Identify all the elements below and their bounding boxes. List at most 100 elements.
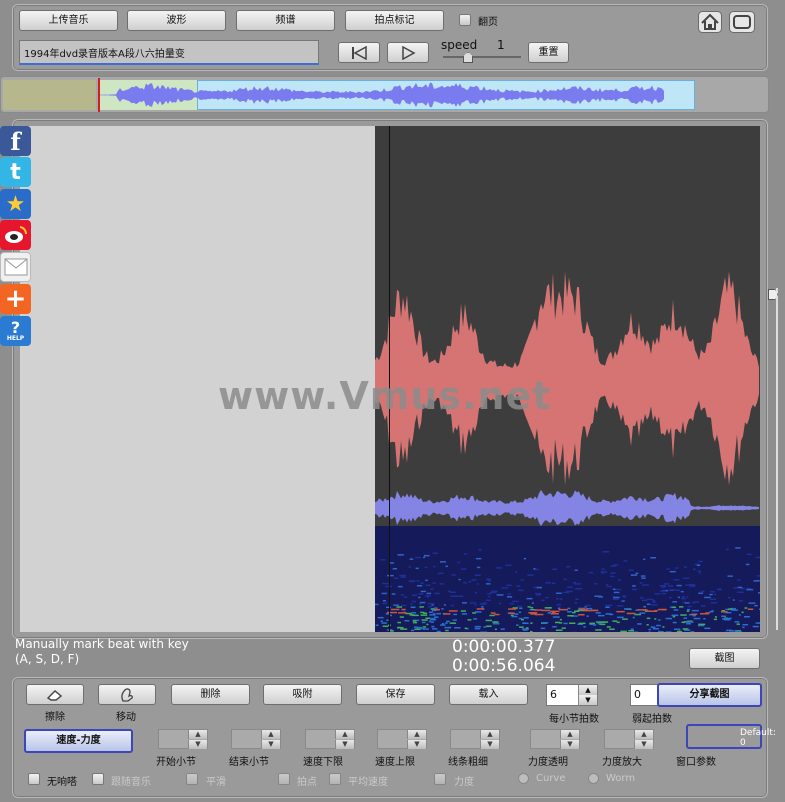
beats-per-bar-value: 6 (550, 688, 557, 701)
param-stepper[interactable]: ▲ ▼ (305, 729, 355, 749)
param-stepper[interactable]: ▲ ▼ (450, 729, 500, 749)
flip-page-label: 翻页 (478, 17, 498, 28)
upload-music-button[interactable]: 上传音乐 (19, 10, 118, 31)
beat-points-checkbox[interactable] (278, 773, 290, 785)
home-icon[interactable] (698, 11, 722, 33)
param-stepper[interactable]: ▲ ▼ (604, 729, 654, 749)
load-button[interactable]: 载入 (449, 684, 528, 705)
up-arrow-icon[interactable]: ▲ (634, 730, 653, 739)
worm-label: Worm (606, 773, 636, 784)
play-button[interactable] (387, 42, 429, 63)
overview-strip[interactable] (0, 76, 769, 113)
avg-tempo-label: 平均速度 (348, 777, 388, 788)
snap-button[interactable]: 吸附 (263, 684, 342, 705)
down-arrow-icon[interactable]: ▼ (188, 740, 207, 749)
dynamics-label: 力度 (454, 777, 474, 788)
param-label: 速度上限 (375, 757, 415, 768)
down-arrow-icon[interactable]: ▼ (560, 740, 579, 749)
hint-line-1: Manually mark beat with key (15, 637, 189, 651)
twitter-icon[interactable]: t (0, 157, 31, 187)
param-label: 窗口参数 (676, 757, 716, 768)
pickup-beats-field[interactable]: 0 (630, 684, 660, 706)
no-metronome-label: 无响嗒 (47, 777, 77, 788)
eraser-icon (46, 690, 63, 701)
facebook-icon[interactable]: f (0, 126, 31, 156)
file-name-field[interactable]: 1994年dvd录音版本A段八六拍量变 (19, 40, 319, 65)
reset-button[interactable]: 重置 (528, 42, 569, 63)
param-label: 力度放大 (602, 757, 642, 768)
follow-music-label: 跟随音乐 (111, 777, 151, 788)
no-metronome-checkbox[interactable] (28, 773, 40, 785)
bar-shift-stepper[interactable]: Default: 0 (686, 724, 776, 749)
beats-per-bar-label: 每小节拍数 (549, 714, 599, 725)
add-share-icon[interactable]: + (0, 284, 31, 314)
up-arrow-icon[interactable]: ▲ (560, 730, 579, 739)
help-icon[interactable]: ? HELP (0, 316, 31, 346)
spectrum-button[interactable]: 频谱 (236, 10, 335, 31)
param-stepper[interactable]: ▲ ▼ (530, 729, 580, 749)
param-label: 速度下限 (303, 757, 343, 768)
beat-points-label: 拍点 (297, 777, 317, 788)
down-arrow-icon[interactable]: ▼ (480, 740, 499, 749)
hint-line-2: (A, S, D, F) (15, 652, 80, 666)
fullscreen-icon[interactable] (729, 11, 755, 33)
watermark: www.Vmus.net (218, 374, 552, 418)
param-stepper[interactable]: ▲ ▼ (231, 729, 281, 749)
follow-music-checkbox[interactable] (92, 773, 104, 785)
pickup-beats-label: 弱起拍数 (632, 714, 672, 725)
param-label: 结束小节 (229, 757, 269, 768)
beats-per-bar-stepper[interactable]: 6 ▲ ▼ (546, 684, 598, 706)
smooth-label: 平滑 (206, 777, 226, 788)
beat-mark-button[interactable]: 拍点标记 (345, 10, 444, 31)
up-arrow-icon[interactable]: ▲ (261, 730, 280, 739)
move-label: 移动 (116, 712, 136, 723)
curve-label: Curve (536, 773, 566, 784)
speed-slider-thumb[interactable] (463, 52, 473, 63)
delete-button[interactable]: 删除 (171, 684, 250, 705)
move-hand-icon (121, 688, 133, 702)
down-arrow-icon[interactable]: ▼ (407, 740, 426, 749)
down-arrow-icon[interactable]: ▼ (634, 740, 653, 749)
beats-down-arrow[interactable]: ▼ (578, 695, 597, 705)
speed-label: speed (441, 38, 478, 52)
current-time: 0:00:00.377 (452, 637, 556, 657)
email-icon[interactable] (0, 252, 31, 282)
down-arrow-icon[interactable]: ▼ (261, 740, 280, 749)
skip-back-icon (352, 45, 367, 61)
pickup-beats-value: 0 (634, 688, 641, 701)
save-button[interactable]: 保存 (356, 684, 435, 705)
rewind-button[interactable] (338, 42, 380, 63)
screenshot-button[interactable]: 截图 (689, 648, 760, 669)
weibo-icon[interactable] (0, 220, 31, 250)
param-label: 开始小节 (156, 757, 196, 768)
down-arrow-icon[interactable]: ▼ (335, 740, 354, 749)
param-stepper[interactable]: ▲ ▼ (377, 729, 427, 749)
up-arrow-icon[interactable]: ▲ (335, 730, 354, 739)
zoom-scroll-track[interactable] (776, 288, 778, 630)
param-label: 力度透明 (528, 757, 568, 768)
up-arrow-icon[interactable]: ▲ (407, 730, 426, 739)
overview-waveform (100, 82, 664, 108)
move-button[interactable] (98, 684, 156, 705)
waveform-button[interactable]: 波形 (127, 10, 226, 31)
up-arrow-icon[interactable]: ▲ (188, 730, 207, 739)
tempo-dynamics-button[interactable]: 速度-力度 (24, 729, 133, 753)
curve-radio[interactable] (518, 773, 529, 784)
smooth-checkbox[interactable] (186, 773, 198, 785)
up-arrow-icon[interactable]: ▲ (480, 730, 499, 739)
overview-playhead[interactable] (98, 78, 100, 112)
speed-slider[interactable] (443, 52, 521, 63)
avg-tempo-checkbox[interactable] (329, 773, 341, 785)
file-name-text: 1994年dvd录音版本A段八六拍量变 (24, 49, 185, 60)
default-label: Default: (740, 728, 776, 738)
favorite-star-icon[interactable]: ★ (0, 189, 31, 219)
worm-radio[interactable] (588, 773, 599, 784)
play-icon (402, 45, 416, 61)
share-screenshot-button[interactable]: 分享截图 (657, 683, 762, 707)
flip-page-checkbox[interactable] (459, 14, 471, 26)
param-stepper[interactable]: ▲ ▼ (158, 729, 208, 749)
beats-up-arrow[interactable]: ▲ (578, 685, 597, 695)
waveform-display[interactable]: www.Vmus.net (20, 126, 760, 632)
eraser-button[interactable] (26, 684, 84, 705)
dynamics-checkbox[interactable] (434, 773, 446, 785)
